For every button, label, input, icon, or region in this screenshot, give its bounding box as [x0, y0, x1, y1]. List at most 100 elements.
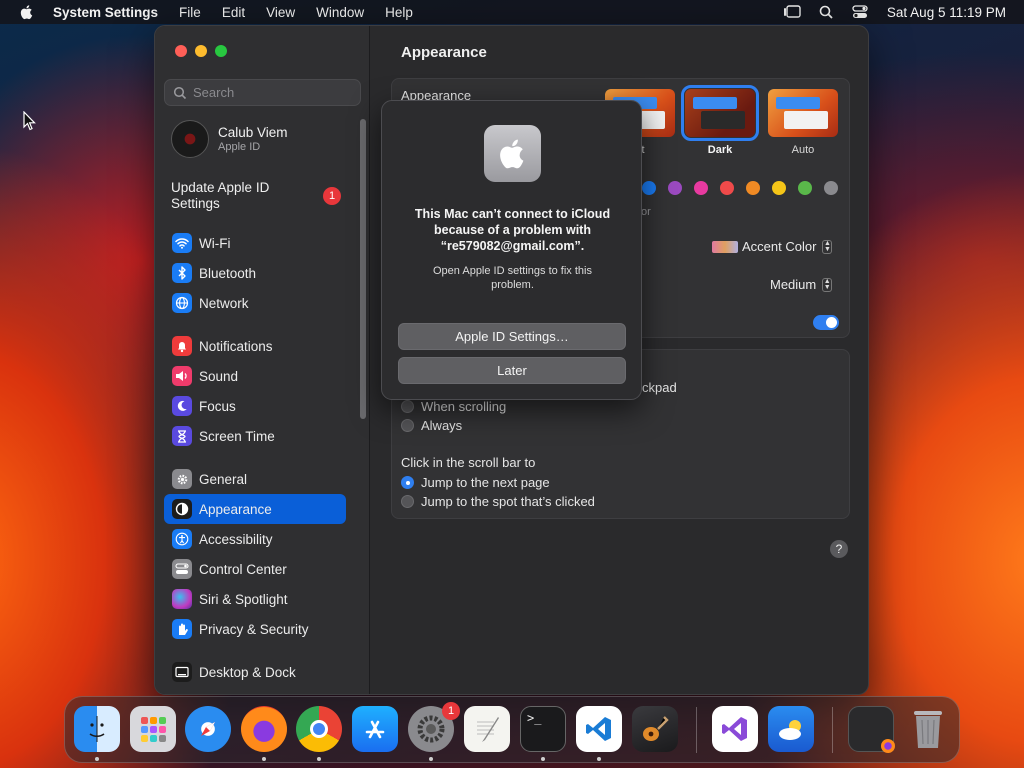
sidebar: Search Calub Viem Apple ID Update Apple … [155, 26, 370, 694]
radio-jump-to-spot[interactable]: Jump to the spot that’s clicked [401, 494, 595, 509]
running-indicator [95, 757, 99, 761]
highlight-color-select[interactable]: Accent Color ▲ ▼ [712, 239, 833, 254]
apple-logo-icon [484, 125, 541, 182]
mouse-cursor-icon [23, 111, 36, 131]
wallpaper-tinting-toggle[interactable] [813, 315, 839, 330]
highlight-swatch [712, 240, 738, 253]
chrome-icon[interactable] [296, 706, 342, 752]
chevron-updown-icon: ▲ ▼ [822, 239, 833, 254]
sidebar-icon-size-select[interactable]: Medium ▲ ▼ [770, 277, 833, 292]
alert-heading: This Mac can’t connect to iCloud because… [414, 207, 611, 253]
sidebar-item-label: Bluetooth [199, 265, 257, 281]
firefox-icon[interactable] [241, 706, 287, 752]
launchpad-icon[interactable] [130, 706, 176, 752]
update-apple-id-settings[interactable]: Update Apple ID Settings 1 [171, 180, 341, 212]
sidebar-item-general[interactable]: General [164, 464, 346, 494]
alert-message: Open Apple ID settings to fix this probl… [433, 265, 592, 291]
help-button[interactable]: ? [830, 540, 848, 558]
accent-color-yellow[interactable] [772, 181, 786, 195]
chevron-updown-icon: ▲ ▼ [822, 277, 833, 292]
running-indicator [317, 757, 321, 761]
app-store-icon[interactable] [352, 706, 398, 752]
minimize-window-button[interactable] [195, 45, 207, 57]
accent-color-graphite[interactable] [824, 181, 838, 195]
siri-icon [172, 589, 192, 609]
menu-view[interactable]: View [266, 5, 295, 20]
sidebar-item-wifi[interactable]: Wi-Fi [164, 228, 346, 258]
menu-file[interactable]: File [179, 5, 201, 20]
sidebar-item-sound[interactable]: Sound [164, 361, 346, 391]
sidebar-item-label: Notifications [199, 338, 273, 354]
accent-color-orange[interactable] [746, 181, 760, 195]
accessibility-icon [172, 529, 192, 549]
visual-studio-icon[interactable] [712, 706, 758, 752]
trash-icon[interactable] [905, 706, 951, 752]
sidebar-item-network[interactable]: Network [164, 288, 346, 318]
sidebar-item-accessibility[interactable]: Accessibility [164, 524, 346, 554]
radio-always[interactable]: Always [401, 418, 462, 433]
spotlight-search-icon[interactable] [817, 4, 835, 20]
accent-color-red[interactable] [720, 181, 734, 195]
apple-id-account[interactable]: Calub Viem Apple ID [171, 120, 288, 158]
close-window-button[interactable] [175, 45, 187, 57]
bluetooth-icon [172, 263, 192, 283]
speaker-icon [172, 366, 192, 386]
terminal-icon[interactable]: >_ [520, 706, 566, 752]
sidebar-group-general: General Appearance Accessibility Control… [164, 464, 346, 644]
menu-window[interactable]: Window [316, 5, 364, 20]
control-center-icon[interactable] [851, 4, 869, 20]
accent-color-pink[interactable] [694, 181, 708, 195]
sidebar-item-screen-time[interactable]: Screen Time [164, 421, 346, 451]
weather-icon[interactable] [768, 706, 814, 752]
window-preview-icon[interactable] [848, 706, 895, 753]
sidebar-item-privacy-security[interactable]: Privacy & Security [164, 614, 346, 644]
running-indicator [541, 757, 545, 761]
menu-help[interactable]: Help [385, 5, 413, 20]
vscode-icon[interactable] [576, 706, 622, 752]
sidebar-item-focus[interactable]: Focus [164, 391, 346, 421]
apple-menu-icon[interactable] [19, 4, 35, 20]
appearance-auto-label: Auto [791, 144, 815, 156]
sidebar-item-control-center[interactable]: Control Center [164, 554, 346, 584]
gear-icon [172, 469, 192, 489]
running-indicator [429, 757, 433, 761]
appearance-auto-thumbnail[interactable] [768, 89, 838, 137]
accent-color-green[interactable] [798, 181, 812, 195]
icloud-alert-dialog: This Mac can’t connect to iCloud because… [381, 100, 642, 400]
accent-color-blue[interactable] [642, 181, 656, 195]
later-button[interactable]: Later [398, 357, 626, 384]
menu-clock[interactable]: Sat Aug 5 11:19 PM [887, 5, 1006, 20]
appearance-dark-thumbnail[interactable] [681, 85, 759, 141]
accent-color-purple[interactable] [668, 181, 682, 195]
finder-icon[interactable] [74, 706, 120, 752]
search-input[interactable]: Search [164, 79, 361, 106]
garageband-icon[interactable] [632, 706, 678, 752]
sidebar-scrollbar[interactable] [360, 119, 366, 419]
radio-jump-next-page[interactable]: Jump to the next page [401, 475, 550, 490]
bell-icon [172, 336, 192, 356]
system-settings-icon[interactable]: 1 [408, 702, 460, 752]
hourglass-icon [172, 426, 192, 446]
menu-bar: System Settings File Edit View Window He… [0, 0, 1024, 24]
sidebar-item-label: Accessibility [199, 531, 273, 547]
menu-edit[interactable]: Edit [222, 5, 245, 20]
wifi-icon [172, 233, 192, 253]
zoom-window-button[interactable] [215, 45, 227, 57]
sidebar-item-label: Screen Time [199, 428, 275, 444]
menu-app-name[interactable]: System Settings [53, 5, 158, 20]
sidebar-item-desktop-dock[interactable]: Desktop & Dock [164, 657, 346, 687]
apple-id-settings-button[interactable]: Apple ID Settings… [398, 323, 626, 350]
search-placeholder: Search [193, 85, 235, 100]
stage-manager-icon[interactable] [783, 4, 801, 20]
safari-icon[interactable] [185, 706, 231, 752]
sidebar-item-label: General [199, 471, 248, 487]
sidebar-item-appearance[interactable]: Appearance [164, 494, 346, 524]
sidebar-item-bluetooth[interactable]: Bluetooth [164, 258, 346, 288]
sidebar-item-notifications[interactable]: Notifications [164, 331, 346, 361]
sidebar-item-siri-spotlight[interactable]: Siri & Spotlight [164, 584, 346, 614]
sidebar-item-label: Control Center [199, 561, 287, 577]
textedit-icon[interactable] [464, 706, 510, 752]
moon-icon [172, 396, 192, 416]
radio-when-scrolling[interactable]: When scrolling [401, 399, 506, 414]
avatar [171, 120, 209, 158]
